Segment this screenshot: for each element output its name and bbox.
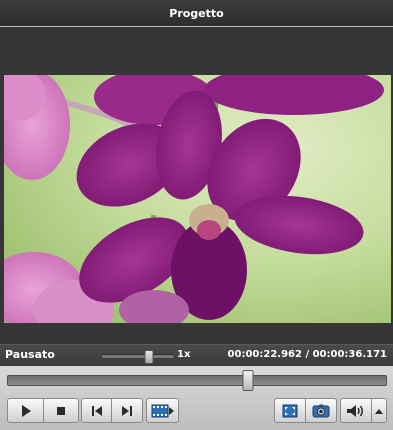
orchid-video-image <box>4 75 391 323</box>
film-icon <box>151 404 175 418</box>
controls-panel <box>0 366 393 430</box>
previous-button[interactable] <box>81 398 112 423</box>
volume-button[interactable] <box>340 398 372 423</box>
fullscreen-icon <box>282 404 298 418</box>
skip-back-icon <box>91 405 103 417</box>
stop-icon <box>56 406 66 416</box>
time-display: 00:00:22.962 / 00:00:36.171 <box>227 349 387 360</box>
camera-icon <box>312 404 330 418</box>
chevron-up-icon <box>375 408 383 414</box>
speed-slider[interactable] <box>102 350 174 364</box>
speed-label: 1x <box>177 349 191 360</box>
seek-bar[interactable] <box>7 370 387 391</box>
fullscreen-button[interactable] <box>274 398 306 423</box>
video-frame[interactable] <box>4 75 391 323</box>
next-button[interactable] <box>111 398 143 423</box>
status-bar: Pausato 1x 00:00:22.962 / 00:00:36.171 <box>0 344 393 367</box>
stop-button[interactable] <box>43 398 79 423</box>
speed-slider-thumb[interactable] <box>144 350 154 364</box>
clip-button[interactable] <box>146 398 179 423</box>
seek-bar-thumb[interactable] <box>242 370 254 391</box>
snapshot-button[interactable] <box>305 398 337 423</box>
play-icon <box>19 404 33 418</box>
title-bar: Progetto <box>0 0 393 27</box>
video-viewer[interactable] <box>0 27 393 344</box>
playback-status: Pausato <box>5 348 55 361</box>
volume-menu-button[interactable] <box>371 398 387 423</box>
window-title: Progetto <box>169 6 224 20</box>
speaker-icon <box>346 404 366 418</box>
skip-forward-icon <box>121 405 133 417</box>
play-button[interactable] <box>7 398 44 423</box>
